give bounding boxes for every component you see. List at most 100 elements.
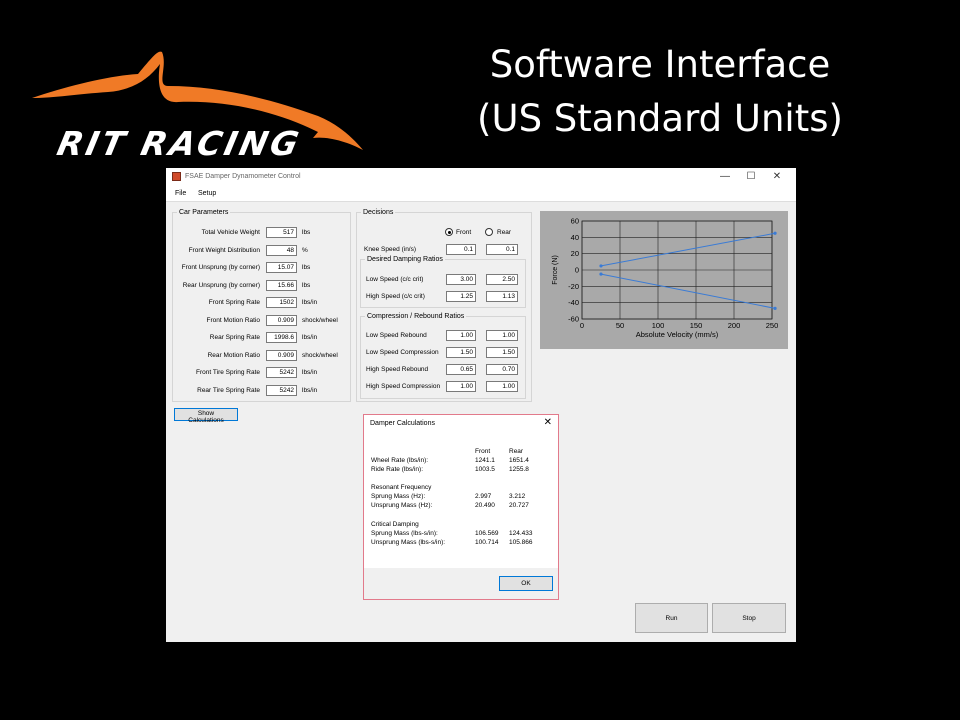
app-window: FSAE Damper Dynamometer Control — ☐ ✕ Fi… (166, 168, 796, 642)
show-calculations-button[interactable]: Show Calculations (174, 408, 238, 424)
dialog-close-icon[interactable]: ✕ (544, 417, 552, 428)
ok-button[interactable]: OK (499, 576, 553, 591)
car-param-label: Front Spring Rate (208, 299, 260, 306)
cr-row-label: High Speed Rebound (366, 366, 429, 373)
dialog-row-front: 106.569 (475, 530, 499, 537)
cr-front-field[interactable]: 0.65 (446, 364, 476, 375)
car-param-unit: shock/wheel (302, 316, 338, 324)
car-param-field[interactable]: 5242 (266, 384, 297, 396)
minimize-icon[interactable]: — (714, 170, 736, 184)
dialog-row-front: 1003.5 (475, 466, 495, 473)
y-tick-label: 0 (575, 266, 579, 275)
car-param-unit: lbs (302, 229, 311, 236)
maximize-icon[interactable]: ☐ (740, 170, 762, 184)
damping-front-field[interactable]: 1.25 (446, 291, 476, 302)
y-tick-label: -40 (568, 298, 579, 307)
car-param-unit: lbs/in (302, 369, 318, 376)
front-radio[interactable] (445, 228, 453, 236)
cr-row-label: Low Speed Rebound (366, 332, 427, 339)
x-tick-label: 250 (766, 321, 779, 330)
damping-rear-field[interactable]: 2.50 (486, 274, 518, 285)
knee-speed-front-field[interactable]: 0.1 (446, 244, 476, 255)
car-param-field[interactable]: 1502 (266, 297, 297, 308)
car-param-field[interactable]: 48 (266, 244, 297, 256)
damping-ratios-title: Desired Damping Ratios (367, 256, 443, 263)
dialog-row-label: Critical Damping (371, 521, 419, 528)
menu-setup[interactable]: Setup (198, 190, 216, 197)
decisions-title: Decisions (363, 209, 394, 216)
cr-rear-field[interactable]: 1.00 (486, 381, 518, 392)
damping-row-label: High Speed (c/c crit) (366, 293, 425, 300)
car-param-field[interactable]: 517 (266, 227, 297, 238)
damping-rear-field[interactable]: 1.13 (486, 291, 518, 302)
car-param-unit: shock/wheel (302, 351, 338, 359)
x-axis-label: Absolute Velocity (mm/s) (636, 330, 719, 339)
car-param-label: Total Vehicle Weight (201, 229, 260, 236)
car-param-unit: lbs/in (302, 334, 318, 341)
car-param-unit: % (302, 246, 308, 254)
data-point (773, 231, 777, 235)
cr-row-label: Low Speed Compression (366, 349, 439, 356)
car-param-field[interactable]: 15.66 (266, 279, 297, 291)
data-point (599, 272, 603, 276)
cr-rear-field[interactable]: 1.50 (486, 347, 518, 358)
x-tick-label: 100 (652, 321, 665, 330)
x-tick-label: 200 (728, 321, 741, 330)
dialog-row-rear: 20.727 (509, 502, 529, 509)
data-point (773, 306, 777, 310)
y-tick-label: -20 (568, 282, 579, 291)
logo-text: RIT RACING (53, 124, 305, 163)
car-param-field[interactable]: 0.909 (266, 314, 297, 326)
dialog-row-label: Ride Rate (lbs/in): (371, 466, 424, 473)
rear-radio[interactable] (485, 228, 493, 236)
car-param-label: Front Weight Distribution (188, 246, 260, 254)
dialog-row-rear: 1651.4 (509, 457, 529, 464)
knee-speed-rear-field[interactable]: 0.1 (486, 244, 518, 255)
dialog-row-front: 1241.1 (475, 457, 495, 464)
dialog-row-front: 2.997 (475, 493, 492, 500)
dialog-footer: OK (364, 568, 558, 599)
x-tick-label: 150 (690, 321, 703, 330)
damping-front-field[interactable]: 3.00 (446, 274, 476, 285)
cr-front-field[interactable]: 1.50 (446, 347, 476, 358)
y-tick-label: 20 (571, 249, 579, 258)
close-icon[interactable]: ✕ (766, 170, 788, 184)
run-button[interactable]: Run (635, 603, 708, 633)
car-param-label: Rear Unsprung (by corner) (182, 281, 260, 289)
dialog-row-label: Unsprung Mass (lbs-s/in): (371, 539, 446, 546)
car-param-field[interactable]: 5242 (266, 367, 297, 378)
stop-button[interactable]: Stop (712, 603, 786, 633)
data-point (599, 264, 603, 268)
cr-ratios-title: Compression / Rebound Ratios (367, 313, 465, 320)
car-param-label: Front Motion Ratio (206, 316, 260, 324)
x-tick-label: 50 (616, 321, 624, 330)
x-tick-label: 0 (580, 321, 584, 330)
menu-file[interactable]: File (175, 190, 186, 197)
cr-rear-field[interactable]: 1.00 (486, 330, 518, 341)
dialog-row-label: Wheel Rate (lbs/in): (371, 457, 429, 464)
menu-bar: File Setup (166, 187, 796, 202)
cr-front-field[interactable]: 1.00 (446, 381, 476, 392)
dialog-row-rear: 124.433 (509, 530, 533, 537)
car-parameters-title: Car Parameters (179, 209, 229, 216)
car-param-field[interactable]: 15.07 (266, 262, 297, 273)
car-param-unit: lbs (302, 264, 311, 271)
dialog-row-front: 20.490 (475, 502, 495, 509)
dialog-row-label: Sprung Mass (lbs-s/in): (371, 530, 438, 537)
dialog-row-rear: 1255.8 (509, 466, 529, 473)
car-param-label: Rear Motion Ratio (207, 351, 260, 359)
car-param-field[interactable]: 0.909 (266, 349, 297, 361)
car-param-field[interactable]: 1998.6 (266, 332, 297, 343)
car-param-label: Front Unsprung (by corner) (181, 264, 260, 271)
car-param-label: Front Tire Spring Rate (196, 369, 260, 376)
cr-rear-field[interactable]: 0.70 (486, 364, 518, 375)
front-radio-label: Front (456, 229, 472, 236)
window-title: FSAE Damper Dynamometer Control (185, 173, 301, 180)
car-param-unit: lbs (302, 281, 311, 289)
dialog-row-label: Resonant Frequency (371, 484, 432, 491)
cr-front-field[interactable]: 1.00 (446, 330, 476, 341)
y-tick-label: -60 (568, 315, 579, 324)
dialog-row-rear: 105.866 (509, 539, 533, 546)
force-velocity-chart: 0 50 100 150 200 2506040200-20-40-60Absolute … (540, 211, 788, 349)
slide-title-line1: Software Interface (489, 43, 831, 86)
